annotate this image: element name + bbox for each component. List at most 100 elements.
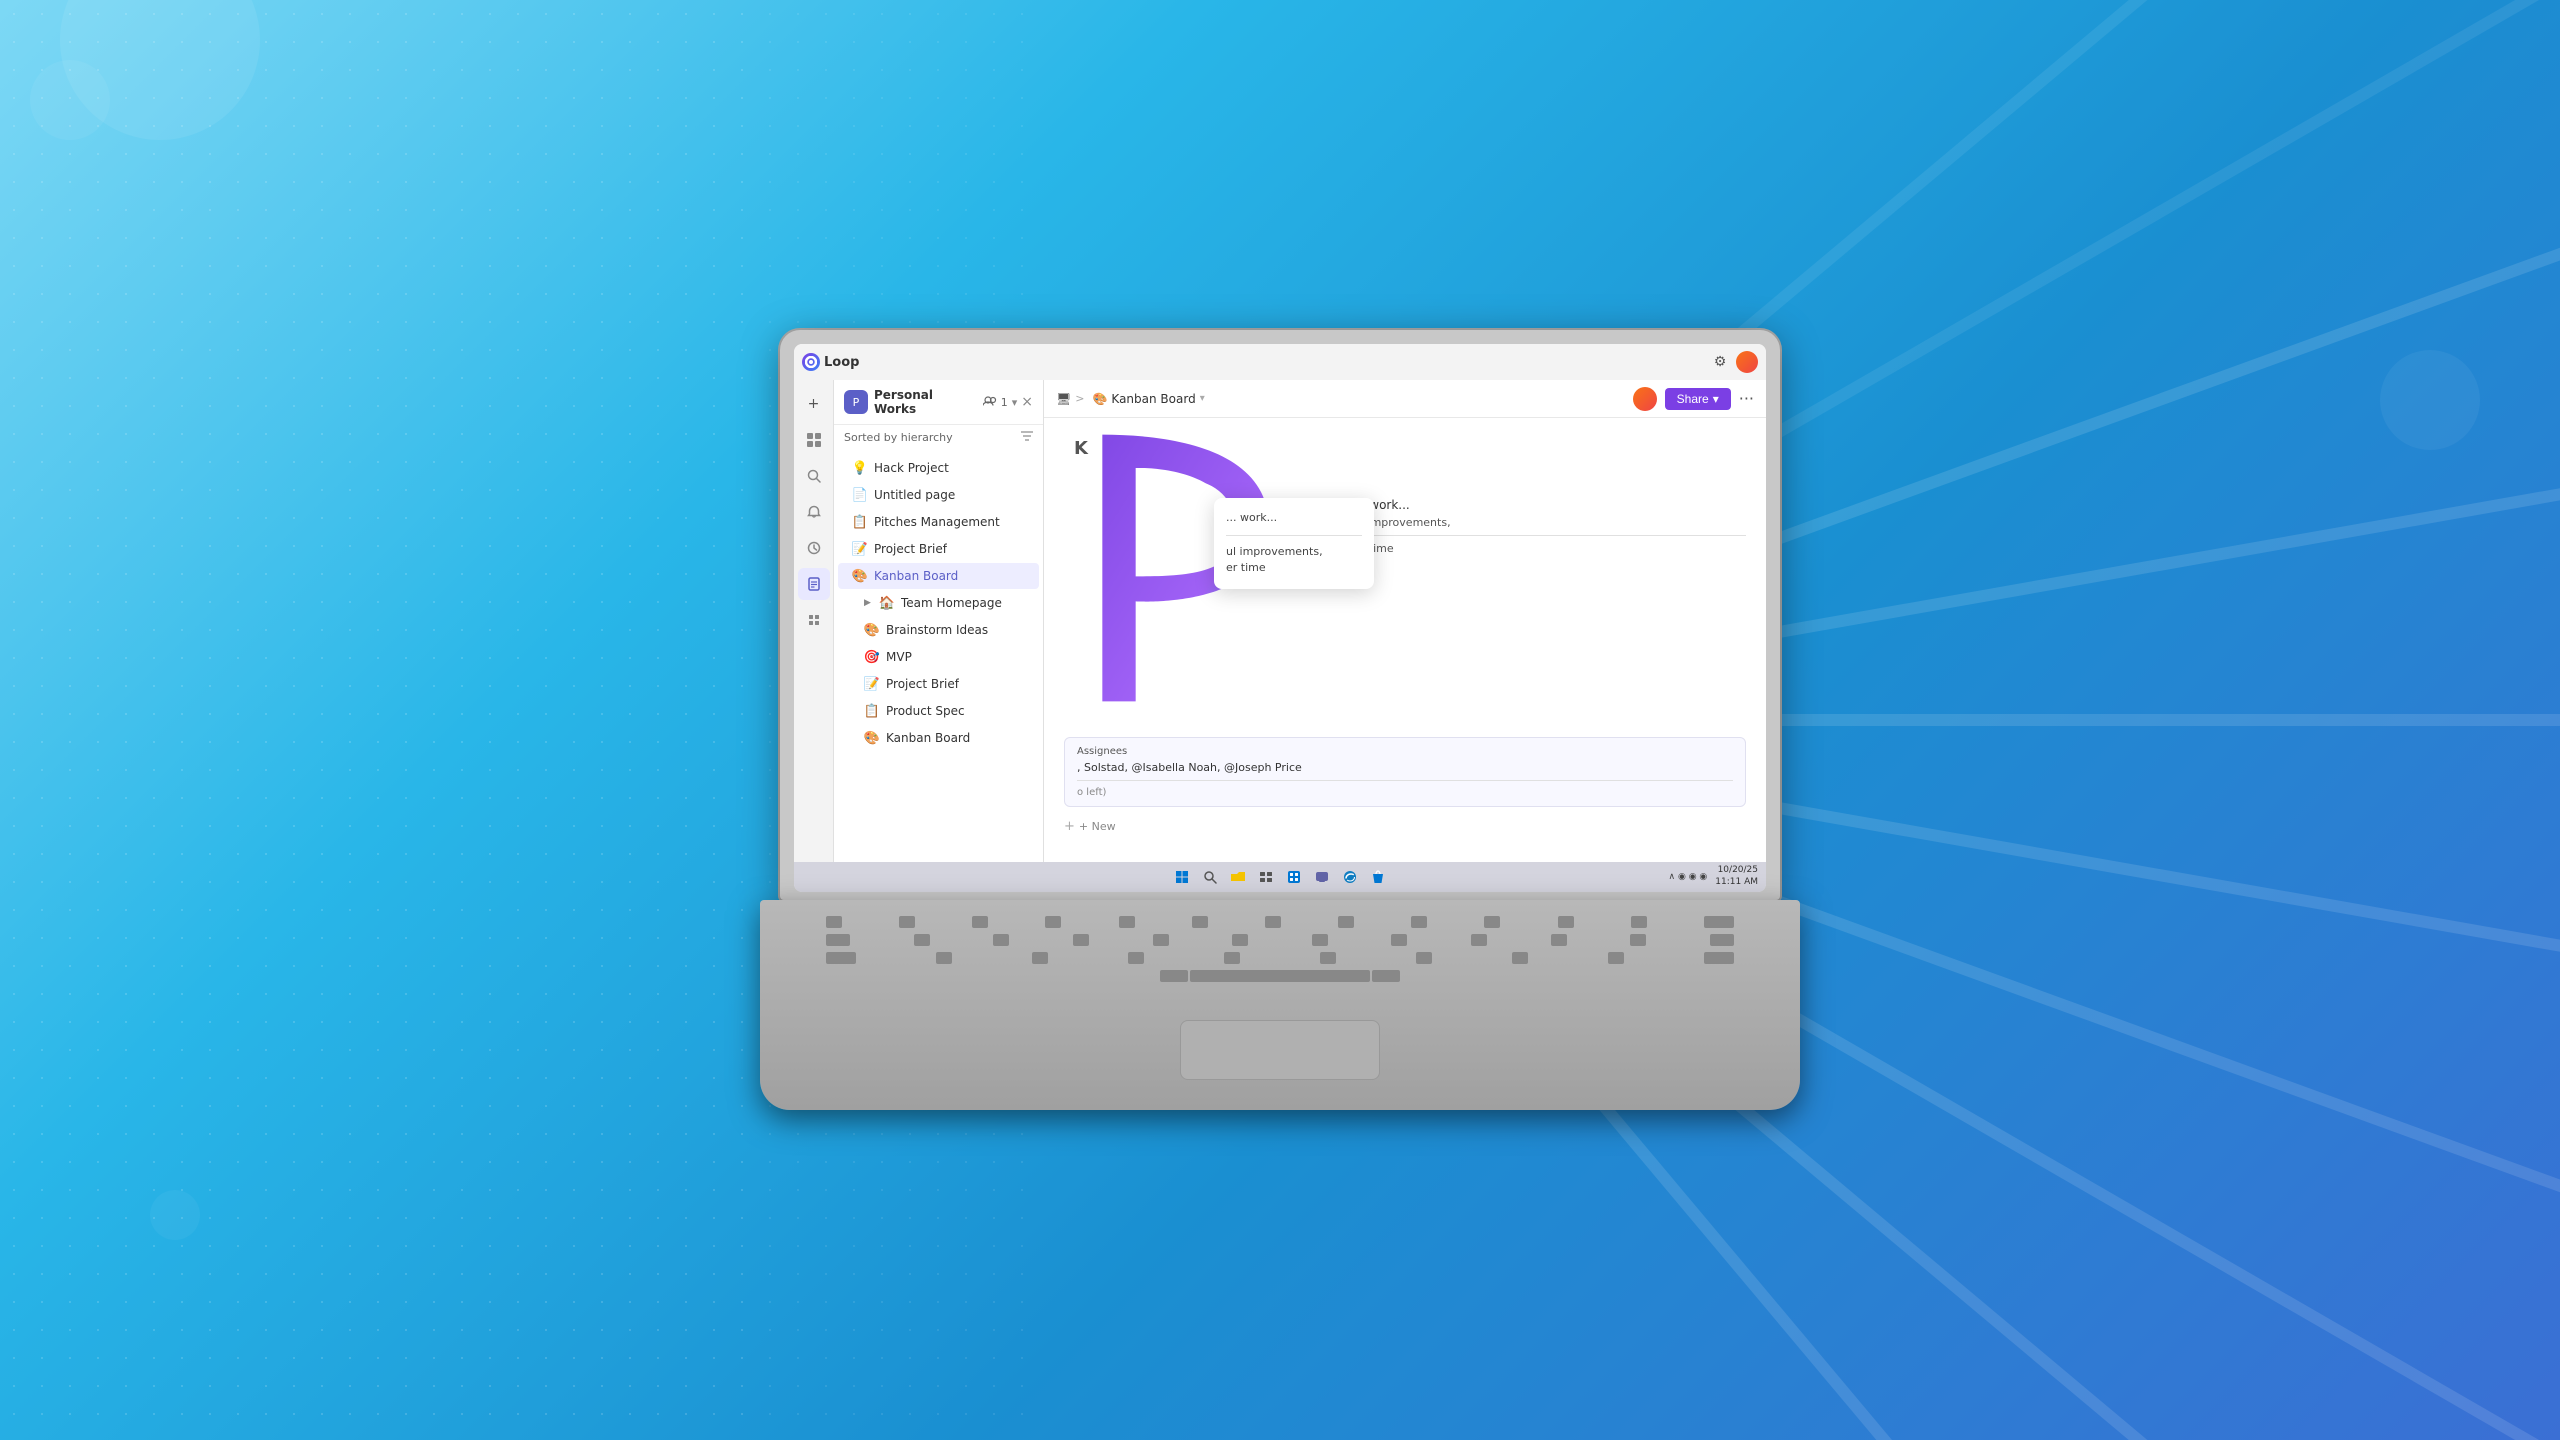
workspace-close-icon[interactable]: × xyxy=(1021,394,1033,410)
user-avatar[interactable] xyxy=(1736,351,1758,373)
loop-app: Loop ⚙ + xyxy=(794,344,1766,892)
content-area: 🖥 > 🎨 Kanban Board ▾ S xyxy=(1044,380,1766,862)
key xyxy=(1471,934,1487,946)
mention-text: , Solstad, @Isabella Noah, @Joseph Price xyxy=(1077,761,1733,774)
taskbar-time: 10/20/25 11:11 AM xyxy=(1715,865,1758,888)
filter-icon[interactable] xyxy=(1021,431,1033,444)
key xyxy=(936,952,952,964)
laptop-lid: Loop ⚙ + xyxy=(780,330,1780,900)
key xyxy=(1265,916,1281,928)
share-button[interactable]: Share ▾ xyxy=(1665,388,1731,410)
sidebar-icon-notifications[interactable] xyxy=(798,496,830,528)
nav-label-team-homepage: Team Homepage xyxy=(901,596,1002,610)
key xyxy=(826,934,850,946)
key xyxy=(1551,934,1567,946)
taskbar-sys-icons: ∧ ◉ ◉ ◉ xyxy=(1669,872,1708,882)
page-title-breadcrumb: Kanban Board xyxy=(1111,392,1195,406)
taskbar-clock: 11:11 AM xyxy=(1715,877,1758,889)
keyboard-row-3 xyxy=(826,952,1734,964)
taskbar-center xyxy=(1172,867,1388,887)
key xyxy=(1411,916,1427,928)
sidebar-icon-pages[interactable] xyxy=(798,568,830,600)
nav-icon-project-brief-1: 📝 xyxy=(852,541,868,557)
sidebar-icon-components[interactable] xyxy=(798,604,830,636)
nav-item-kanban[interactable]: 🎨 Kanban Board xyxy=(838,563,1039,589)
keyboard-row-2 xyxy=(826,934,1734,946)
taskbar-search[interactable] xyxy=(1200,867,1220,887)
more-options-button[interactable]: ··· xyxy=(1739,389,1754,408)
key xyxy=(1073,934,1089,946)
key xyxy=(972,916,988,928)
nav-item-pitches[interactable]: 📋 Pitches Management xyxy=(838,509,1039,535)
member-count-icon xyxy=(983,396,997,409)
mention-label: Assignees xyxy=(1077,746,1733,757)
touchpad[interactable] xyxy=(1180,1020,1380,1080)
keyboard-row-1 xyxy=(826,916,1734,928)
keyboard-keys xyxy=(820,910,1740,988)
taskbar-chat[interactable] xyxy=(1312,867,1332,887)
nav-item-project-brief-1[interactable]: 📝 Project Brief xyxy=(838,536,1039,562)
nav-item-mvp[interactable]: 🎯 MVP xyxy=(838,644,1039,670)
taskbar-store[interactable] xyxy=(1368,867,1388,887)
header-actions: Share ▾ ··· xyxy=(1633,387,1754,411)
settings-icon[interactable]: ⚙ xyxy=(1710,352,1730,372)
breadcrumb: 🖥 > xyxy=(1056,392,1084,406)
key xyxy=(1224,952,1240,964)
popup-card: ... work... ul improvements, er time xyxy=(1214,498,1374,589)
nav-item-team-homepage[interactable]: ▶ 🏠 Team Homepage xyxy=(838,590,1039,616)
nav-label-pitches: Pitches Management xyxy=(874,515,1000,529)
taskbar-windows[interactable] xyxy=(1172,867,1192,887)
nav-item-untitled[interactable]: 📄 Untitled page xyxy=(838,482,1039,508)
popup-divider xyxy=(1226,535,1362,536)
key xyxy=(1372,970,1400,982)
bg-circle-3 xyxy=(2380,350,2480,450)
page-title-chevron: ▾ xyxy=(1200,393,1205,404)
popup-text-3: er time xyxy=(1226,560,1362,577)
workspace-name: Personal Works xyxy=(874,388,977,416)
taskbar: ∧ ◉ ◉ ◉ 10/20/25 11:11 AM xyxy=(794,862,1766,892)
taskbar-edge[interactable] xyxy=(1340,867,1360,887)
key xyxy=(826,916,842,928)
taskbar-date: 10/20/25 xyxy=(1715,865,1758,877)
page-k-icon: K xyxy=(1074,438,1088,459)
nav-label-hack-project: Hack Project xyxy=(874,461,949,475)
nav-icon-team-homepage: 🏠 xyxy=(879,595,895,611)
key xyxy=(1338,916,1354,928)
key xyxy=(1192,916,1208,928)
key xyxy=(1484,916,1500,928)
key xyxy=(1704,952,1734,964)
sidebar-icon-workspace[interactable] xyxy=(798,424,830,456)
sidebar-icon-search[interactable] xyxy=(798,460,830,492)
nav-label-kanban: Kanban Board xyxy=(874,569,958,583)
breadcrumb-home-icon: 🖥 xyxy=(1056,392,1071,406)
keyboard-area xyxy=(820,910,1740,1010)
key xyxy=(914,934,930,946)
nav-icon-hack-project: 💡 xyxy=(852,460,868,476)
nav-item-product-spec[interactable]: 📋 Product Spec xyxy=(838,698,1039,724)
kanban-text-area: ... work... ul improvements, er time xyxy=(1354,498,1746,555)
sorted-label: Sorted by hierarchy xyxy=(844,431,953,444)
loop-logo-icon xyxy=(802,353,820,371)
page-icon-breadcrumb: 🎨 xyxy=(1092,392,1107,406)
nav-item-project-brief-2[interactable]: 📝 Project Brief xyxy=(838,671,1039,697)
nav-icon-pitches: 📋 xyxy=(852,514,868,530)
taskbar-explorer[interactable] xyxy=(1228,867,1248,887)
sidebar-icon-recent[interactable] xyxy=(798,532,830,564)
key xyxy=(1232,934,1248,946)
key xyxy=(1416,952,1432,964)
nav-item-brainstorm[interactable]: 🎨 Brainstorm Ideas xyxy=(838,617,1039,643)
nav-label-untitled: Untitled page xyxy=(874,488,955,502)
mention-divider xyxy=(1077,780,1733,781)
main-layout: + xyxy=(794,380,1766,862)
taskbar-widgets[interactable] xyxy=(1284,867,1304,887)
nav-item-kanban-2[interactable]: 🎨 Kanban Board xyxy=(838,725,1039,751)
sidebar-icon-new[interactable]: + xyxy=(798,388,830,420)
key xyxy=(1320,952,1336,964)
member-count: 1 xyxy=(1001,396,1008,409)
workspace-menu-icon[interactable]: ▾ xyxy=(1012,396,1018,409)
key xyxy=(1558,916,1574,928)
nav-item-hack-project[interactable]: 💡 Hack Project xyxy=(838,455,1039,481)
nav-icon-mvp: 🎯 xyxy=(864,649,880,665)
taskbar-taskview[interactable] xyxy=(1256,867,1276,887)
laptop-screen: Loop ⚙ + xyxy=(794,344,1766,892)
